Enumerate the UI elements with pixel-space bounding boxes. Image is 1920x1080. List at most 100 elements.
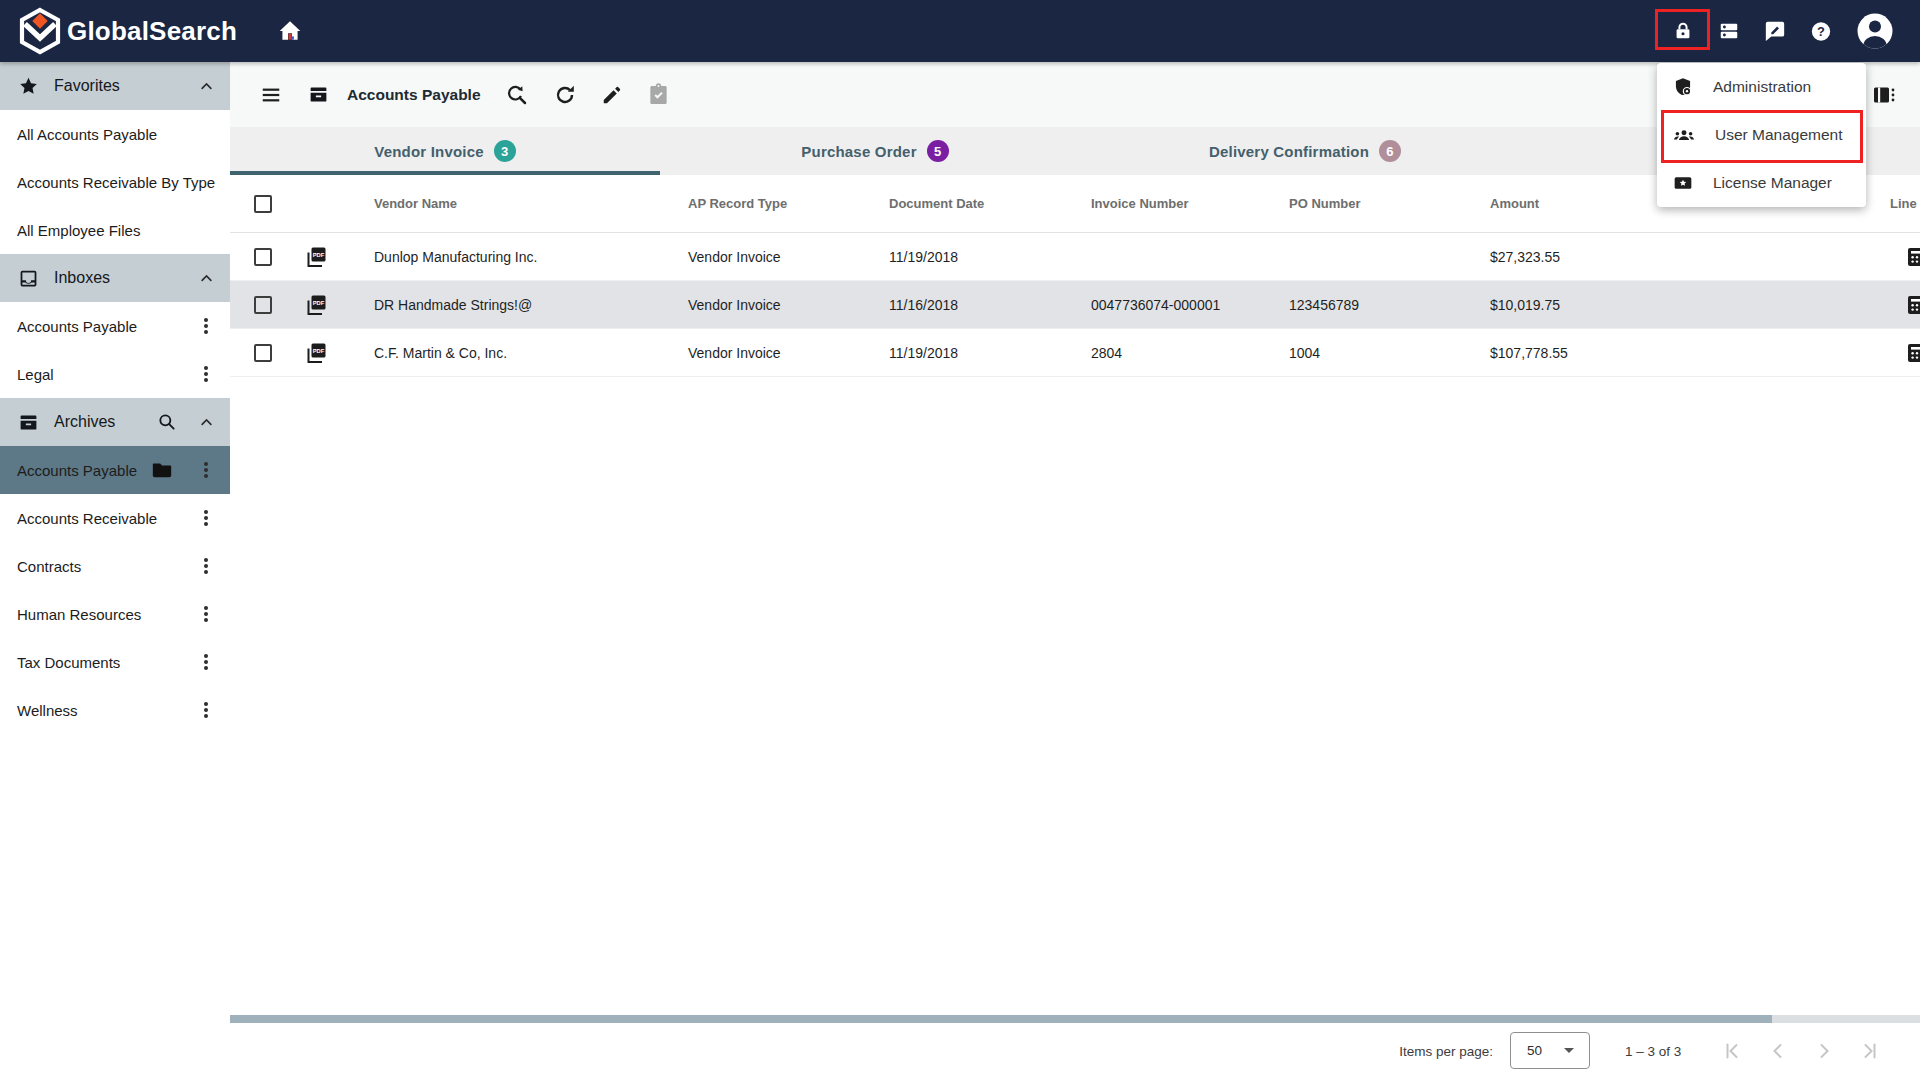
horizontal-scrollbar[interactable] bbox=[230, 1015, 1920, 1023]
globalsearch-logo-icon bbox=[18, 7, 62, 55]
sidebar-item-inbox-accounts-payable[interactable]: Accounts Payable bbox=[0, 302, 230, 350]
menu-item-label: License Manager bbox=[1713, 174, 1832, 192]
home-icon bbox=[277, 18, 303, 44]
column-header-po-number[interactable]: PO Number bbox=[1289, 175, 1361, 233]
dns-icon bbox=[1718, 20, 1740, 42]
table-row[interactable]: PDF Dunlop Manufacturing Inc. Vendor Inv… bbox=[230, 233, 1920, 281]
star-icon bbox=[18, 76, 39, 97]
highlight-box-lock bbox=[1655, 9, 1710, 50]
help-button[interactable]: ? bbox=[1810, 20, 1832, 42]
row-checkbox[interactable] bbox=[254, 248, 272, 266]
sidebar-item-accounts-receivable-by-type[interactable]: Accounts Receivable By Type bbox=[0, 158, 230, 206]
column-options-button[interactable] bbox=[1872, 83, 1896, 107]
pdf-icon[interactable]: PDF bbox=[304, 293, 328, 320]
tab-purchase-order[interactable]: Purchase Order 5 bbox=[660, 127, 1090, 175]
line-items-icon[interactable] bbox=[1905, 293, 1920, 320]
item-label: Accounts Payable bbox=[17, 318, 137, 335]
sidebar-section-archives[interactable]: Archives bbox=[0, 398, 230, 446]
table-row-selected[interactable]: PDF DR Handmade Strings!@ Vendor Invoice… bbox=[230, 281, 1920, 329]
column-header-vendor-name[interactable]: Vendor Name bbox=[374, 175, 457, 233]
line-items-icon[interactable] bbox=[1905, 341, 1920, 368]
item-label: Accounts Payable bbox=[17, 462, 137, 479]
menu-item-administration[interactable]: Administration bbox=[1657, 63, 1866, 111]
kebab-menu-icon[interactable] bbox=[204, 324, 208, 328]
home-button[interactable] bbox=[277, 18, 303, 44]
row-checkbox[interactable] bbox=[254, 344, 272, 362]
kebab-menu-icon[interactable] bbox=[204, 708, 208, 712]
sidebar-item-archive-accounts-receivable[interactable]: Accounts Receivable bbox=[0, 494, 230, 542]
menu-toggle-button[interactable] bbox=[260, 84, 282, 106]
refresh-button[interactable] bbox=[553, 83, 577, 107]
item-label: Contracts bbox=[17, 558, 81, 575]
column-header-document-date[interactable]: Document Date bbox=[889, 175, 984, 233]
cell-invoice-number: 0047736074-000001 bbox=[1091, 281, 1220, 329]
search-icon[interactable] bbox=[157, 412, 177, 432]
chevron-up-icon[interactable] bbox=[199, 79, 214, 94]
svg-text:PDF: PDF bbox=[313, 300, 325, 306]
dns-button[interactable] bbox=[1718, 20, 1740, 42]
line-items-icon[interactable] bbox=[1905, 245, 1920, 272]
cell-document-date: 11/19/2018 bbox=[889, 329, 958, 377]
chevron-up-icon[interactable] bbox=[199, 271, 214, 286]
user-avatar-button[interactable] bbox=[1856, 12, 1894, 50]
pdf-icon[interactable]: PDF bbox=[304, 245, 328, 272]
column-header-line-items[interactable]: Line Items bbox=[1890, 175, 1920, 233]
sidebar-section-favorites[interactable]: Favorites bbox=[0, 62, 230, 110]
section-label: Archives bbox=[54, 413, 115, 431]
column-header-ap-record-type[interactable]: AP Record Type bbox=[688, 175, 787, 233]
tab-delivery-confirmation[interactable]: Delivery Confirmation 6 bbox=[1090, 127, 1520, 175]
tab-vendor-invoice[interactable]: Vendor Invoice 3 bbox=[230, 127, 660, 175]
kebab-menu-icon[interactable] bbox=[204, 660, 208, 664]
folder-icon bbox=[151, 459, 173, 481]
item-label: Legal bbox=[17, 366, 54, 383]
row-checkbox[interactable] bbox=[254, 296, 272, 314]
next-page-icon[interactable] bbox=[1812, 1039, 1836, 1063]
kebab-menu-icon[interactable] bbox=[204, 612, 208, 616]
prev-page-icon[interactable] bbox=[1766, 1039, 1790, 1063]
item-label: All Employee Files bbox=[17, 222, 140, 239]
edit-button[interactable] bbox=[601, 84, 623, 106]
page-size-select[interactable]: 50 bbox=[1510, 1032, 1590, 1069]
cell-amount: $107,778.55 bbox=[1490, 329, 1568, 377]
sidebar-item-archive-human-resources[interactable]: Human Resources bbox=[0, 590, 230, 638]
cell-invoice-number: 2804 bbox=[1091, 329, 1122, 377]
feedback-button[interactable] bbox=[1764, 20, 1786, 42]
kebab-menu-icon[interactable] bbox=[204, 516, 208, 520]
chevron-up-icon[interactable] bbox=[199, 415, 214, 430]
archive-title: Accounts Payable bbox=[347, 86, 481, 104]
cell-ap-record-type: Vendor Invoice bbox=[688, 233, 781, 281]
cell-po-number: 1004 bbox=[1289, 329, 1320, 377]
select-all-checkbox[interactable] bbox=[254, 195, 272, 213]
brand-logo[interactable]: GlobalSearch bbox=[18, 7, 237, 55]
sidebar-item-all-accounts-payable[interactable]: All Accounts Payable bbox=[0, 110, 230, 158]
first-page-icon[interactable] bbox=[1720, 1039, 1744, 1063]
main-content: Accounts Payable bbox=[230, 62, 1920, 1080]
column-header-amount[interactable]: Amount bbox=[1490, 175, 1539, 233]
kebab-menu-icon[interactable] bbox=[204, 468, 208, 472]
pagination-controls bbox=[1720, 1039, 1882, 1063]
sidebar-item-archive-contracts[interactable]: Contracts bbox=[0, 542, 230, 590]
sidebar-item-inbox-legal[interactable]: Legal bbox=[0, 350, 230, 398]
tasks-button[interactable] bbox=[647, 83, 670, 106]
sidebar-item-archive-accounts-payable[interactable]: Accounts Payable bbox=[0, 446, 230, 494]
pdf-icon[interactable]: PDF bbox=[304, 341, 328, 368]
modify-search-button[interactable] bbox=[505, 83, 529, 107]
last-page-icon[interactable] bbox=[1858, 1039, 1882, 1063]
column-header-invoice-number[interactable]: Invoice Number bbox=[1091, 175, 1189, 233]
kebab-menu-icon[interactable] bbox=[204, 372, 208, 376]
pagination-range: 1 – 3 of 3 bbox=[1625, 1023, 1681, 1080]
sidebar-item-all-employee-files[interactable]: All Employee Files bbox=[0, 206, 230, 254]
tab-count-badge: 5 bbox=[927, 140, 949, 162]
sidebar-item-archive-wellness[interactable]: Wellness bbox=[0, 686, 230, 734]
sidebar-section-inboxes[interactable]: Inboxes bbox=[0, 254, 230, 302]
table-row[interactable]: PDF C.F. Martin & Co, Inc. Vendor Invoic… bbox=[230, 329, 1920, 377]
item-label: All Accounts Payable bbox=[17, 126, 157, 143]
cell-vendor-name: DR Handmade Strings!@ bbox=[374, 281, 532, 329]
menu-item-license-manager[interactable]: License Manager bbox=[1657, 159, 1866, 207]
section-label: Favorites bbox=[54, 77, 120, 95]
kebab-menu-icon[interactable] bbox=[204, 564, 208, 568]
scrollbar-thumb[interactable] bbox=[230, 1015, 1772, 1023]
svg-text:PDF: PDF bbox=[313, 348, 325, 354]
brand-name: GlobalSearch bbox=[67, 16, 237, 47]
sidebar-item-archive-tax-documents[interactable]: Tax Documents bbox=[0, 638, 230, 686]
